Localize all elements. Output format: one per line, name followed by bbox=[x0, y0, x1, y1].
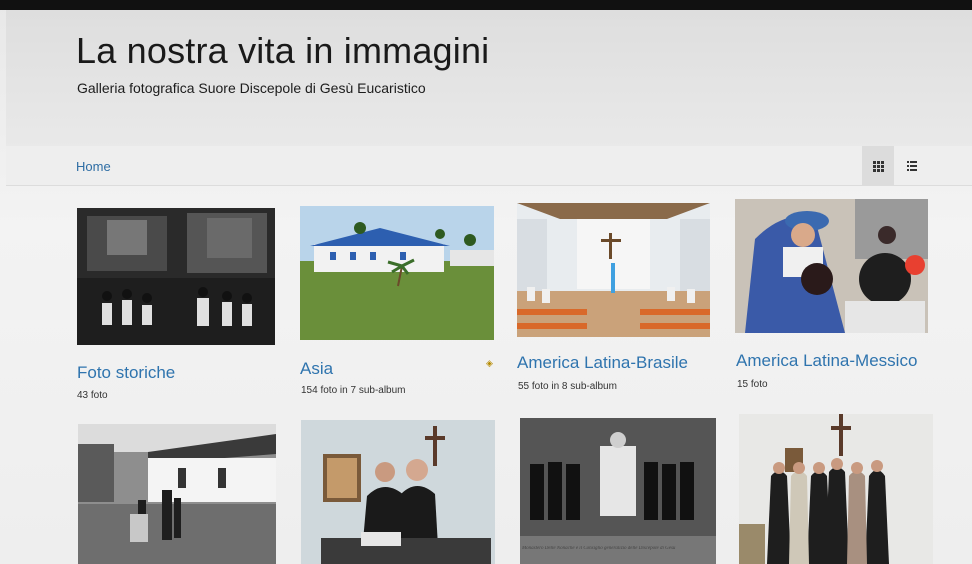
breadcrumb-home-link[interactable]: Home bbox=[76, 159, 111, 174]
photo-caption: Monastero Delle Nonache e il Consiglio g… bbox=[522, 546, 676, 551]
album-thumbnail-america-latina-messico[interactable] bbox=[735, 199, 928, 333]
site-subtitle: Galleria fotografica Suore Discepole di … bbox=[77, 80, 426, 96]
album-title[interactable]: America Latina-Brasile bbox=[517, 353, 688, 373]
navbar: Home bbox=[6, 146, 972, 186]
featured-badge-icon: ◈ bbox=[486, 358, 493, 368]
album-thumbnail[interactable] bbox=[301, 420, 495, 564]
album-photo-count: 55 foto in 8 sub-album bbox=[518, 381, 617, 392]
album-title[interactable]: America Latina-Messico bbox=[736, 351, 917, 371]
site-title: La nostra vita in immagini bbox=[76, 30, 490, 71]
album-photo-count: 15 foto bbox=[737, 379, 768, 390]
list-view-button[interactable] bbox=[896, 146, 928, 186]
album-thumbnail[interactable] bbox=[739, 414, 933, 564]
album-thumbnail[interactable] bbox=[520, 418, 716, 564]
album-title[interactable]: Asia bbox=[300, 359, 333, 379]
monitor-bezel bbox=[0, 0, 972, 10]
album-thumbnail-foto-storiche[interactable] bbox=[77, 208, 275, 345]
list-icon bbox=[907, 161, 917, 171]
grid-view-button[interactable] bbox=[862, 146, 894, 186]
browser-screen: La nostra vita in immagini Galleria foto… bbox=[0, 0, 972, 564]
album-thumbnail[interactable] bbox=[78, 424, 276, 564]
site-header: La nostra vita in immagini Galleria foto… bbox=[6, 10, 972, 148]
album-thumbnail-asia[interactable] bbox=[300, 206, 494, 340]
album-title[interactable]: Foto storiche bbox=[77, 363, 175, 383]
album-photo-count: 154 foto in 7 sub-album bbox=[301, 385, 406, 396]
grid-icon bbox=[872, 160, 884, 172]
album-photo-count: 43 foto bbox=[77, 390, 108, 401]
album-thumbnail-america-latina-brasile[interactable] bbox=[517, 203, 710, 337]
